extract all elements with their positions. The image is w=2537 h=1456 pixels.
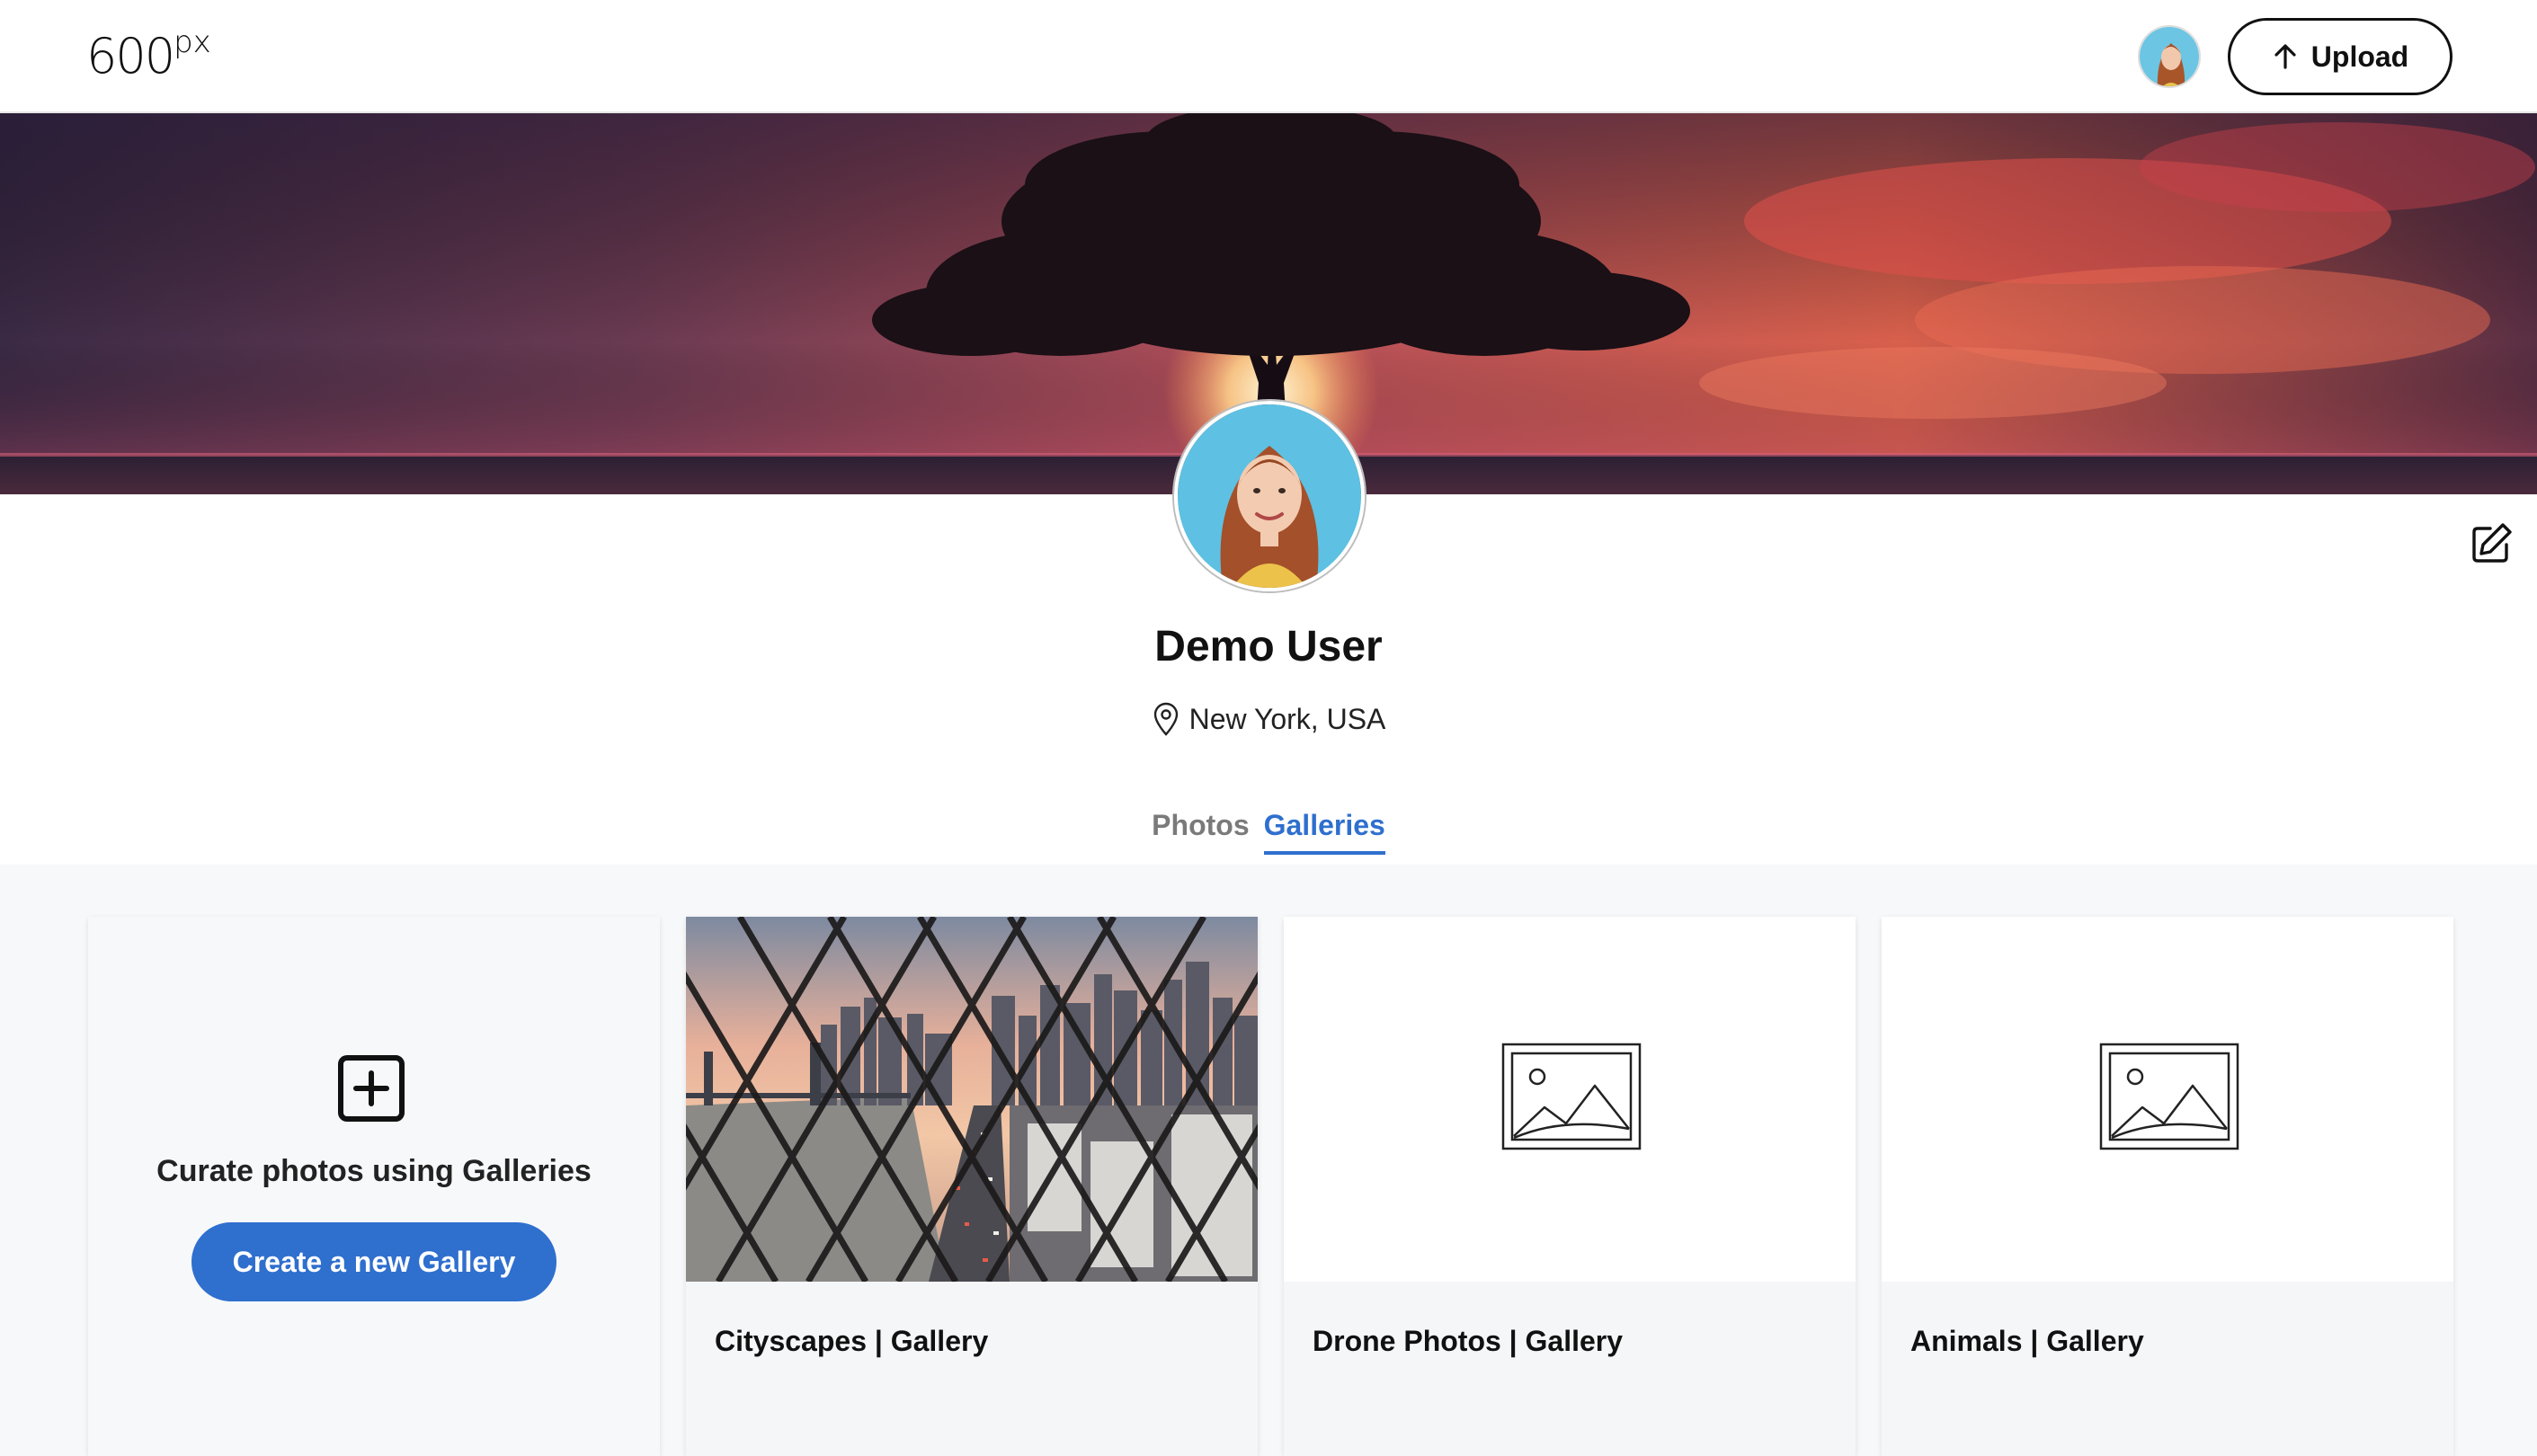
upload-label: Upload xyxy=(2310,40,2409,73)
profile-tabs: Photos Galleries xyxy=(0,809,2537,855)
gallery-card-animals[interactable]: Animals | Gallery xyxy=(1882,917,2453,1456)
map-pin-icon xyxy=(1153,702,1178,736)
gallery-cover-animals xyxy=(1882,917,2453,1282)
plus-square-icon[interactable] xyxy=(336,1053,406,1123)
upload-button[interactable]: Upload xyxy=(2228,18,2452,95)
profile-avatar[interactable] xyxy=(1174,401,1365,591)
create-gallery-button[interactable]: Create a new Gallery xyxy=(191,1222,556,1301)
gallery-cover-cityscapes xyxy=(686,917,1258,1282)
user-avatar-small[interactable] xyxy=(2138,25,2201,88)
top-navigation-bar: 600px Upload xyxy=(0,0,2537,113)
image-placeholder-icon xyxy=(1501,1043,1642,1150)
create-gallery-text: Curate photos using Galleries xyxy=(156,1154,592,1188)
image-placeholder-icon xyxy=(2099,1043,2239,1150)
logo-sup-text: px xyxy=(174,24,211,60)
logo-main-text: 600 xyxy=(86,28,175,84)
gallery-caption: Cityscapes | Gallery xyxy=(686,1282,1258,1456)
profile-location: New York, USA xyxy=(0,701,2537,737)
arrow-up-icon xyxy=(2274,44,2296,69)
gallery-title-cityscapes: Cityscapes | Gallery xyxy=(715,1325,989,1357)
tab-photos[interactable]: Photos xyxy=(1152,809,1249,855)
gallery-card-drone-photos[interactable]: Drone Photos | Gallery xyxy=(1284,917,1856,1456)
gallery-title-drone-photos: Drone Photos | Gallery xyxy=(1313,1325,1624,1357)
create-gallery-card: Curate photos using Galleries Create a n… xyxy=(88,917,660,1456)
tab-galleries[interactable]: Galleries xyxy=(1263,809,1385,855)
avatar-image xyxy=(2140,27,2199,86)
profile-name: Demo User xyxy=(1154,623,1383,670)
location-text: New York, USA xyxy=(1188,702,1386,735)
logo[interactable]: 600px xyxy=(86,27,211,84)
gallery-caption: Drone Photos | Gallery xyxy=(1284,1282,1856,1456)
gallery-cover-drone-photos xyxy=(1284,917,1856,1282)
gallery-title-animals: Animals | Gallery xyxy=(1910,1325,2144,1357)
cityscape-image xyxy=(686,917,1258,1282)
profile-avatar-image xyxy=(1178,404,1361,588)
edit-icon[interactable] xyxy=(2469,521,2514,566)
gallery-card-cityscapes[interactable]: Cityscapes | Gallery xyxy=(686,917,1258,1456)
gallery-caption: Animals | Gallery xyxy=(1882,1282,2453,1456)
